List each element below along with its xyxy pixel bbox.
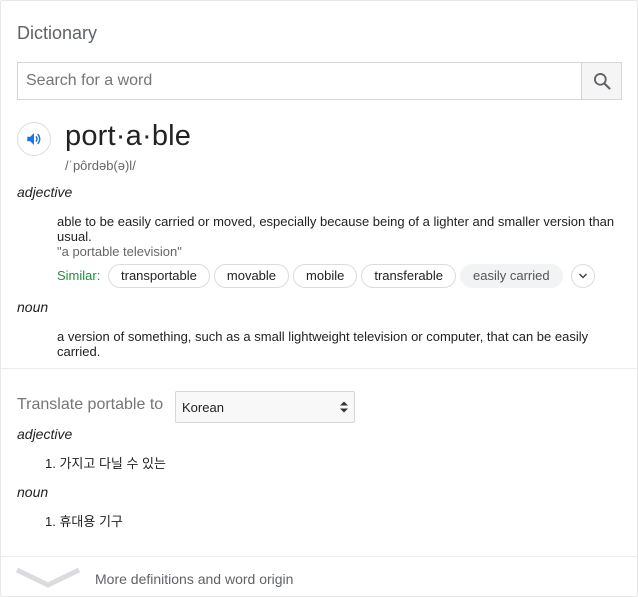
similar-label: Similar: xyxy=(57,268,101,283)
pronunciation-button[interactable] xyxy=(17,122,51,156)
search-box xyxy=(17,62,622,100)
expand-chevron-icon[interactable] xyxy=(15,567,81,589)
similar-words: transportable movable mobile transferabl… xyxy=(108,264,595,288)
dictionary-title: Dictionary xyxy=(17,23,98,43)
similar-chip[interactable]: easily carried xyxy=(459,264,563,288)
example-sentence: "a portable television" xyxy=(57,244,182,259)
similar-chip[interactable]: transferable xyxy=(361,264,456,288)
translation-item: 1. 휴대용 기구 xyxy=(45,514,123,529)
similar-chip[interactable]: mobile xyxy=(293,264,358,288)
part-of-speech-adjective: adjective xyxy=(17,184,73,200)
phonetic-spelling: /ˈpôrdəb(ə)l/ xyxy=(65,158,136,173)
definition-adjective: able to be easily carried or moved, espe… xyxy=(57,214,615,244)
search-input[interactable] xyxy=(18,63,582,99)
speaker-icon xyxy=(27,133,41,145)
similar-chip[interactable]: movable xyxy=(213,264,290,288)
headword: port·a·ble xyxy=(65,120,192,152)
more-similar-button[interactable] xyxy=(570,264,595,288)
search-icon xyxy=(593,73,611,90)
definition-noun: a version of something, such as a small … xyxy=(57,329,589,359)
select-arrows-icon xyxy=(340,401,348,413)
part-of-speech-noun: noun xyxy=(17,299,49,315)
footer-divider xyxy=(1,556,637,557)
language-select[interactable]: Korean xyxy=(175,391,355,423)
selected-language: Korean xyxy=(182,400,224,415)
section-divider xyxy=(1,368,637,369)
translation-pos-noun: noun xyxy=(17,484,49,500)
chevron-down-icon xyxy=(578,273,587,279)
translation-item: 1. 가지고 다닐 수 있는 xyxy=(45,456,166,471)
translate-label: Translate portable to xyxy=(17,396,164,413)
more-definitions-link[interactable]: More definitions and word origin xyxy=(95,571,293,587)
dictionary-card: Dictionary port·a·ble /ˈpôrdəb(ə)l/ adje… xyxy=(0,0,638,597)
translation-pos-adjective: adjective xyxy=(17,426,73,442)
search-button[interactable] xyxy=(581,63,621,99)
similar-chip[interactable]: transportable xyxy=(108,264,210,288)
